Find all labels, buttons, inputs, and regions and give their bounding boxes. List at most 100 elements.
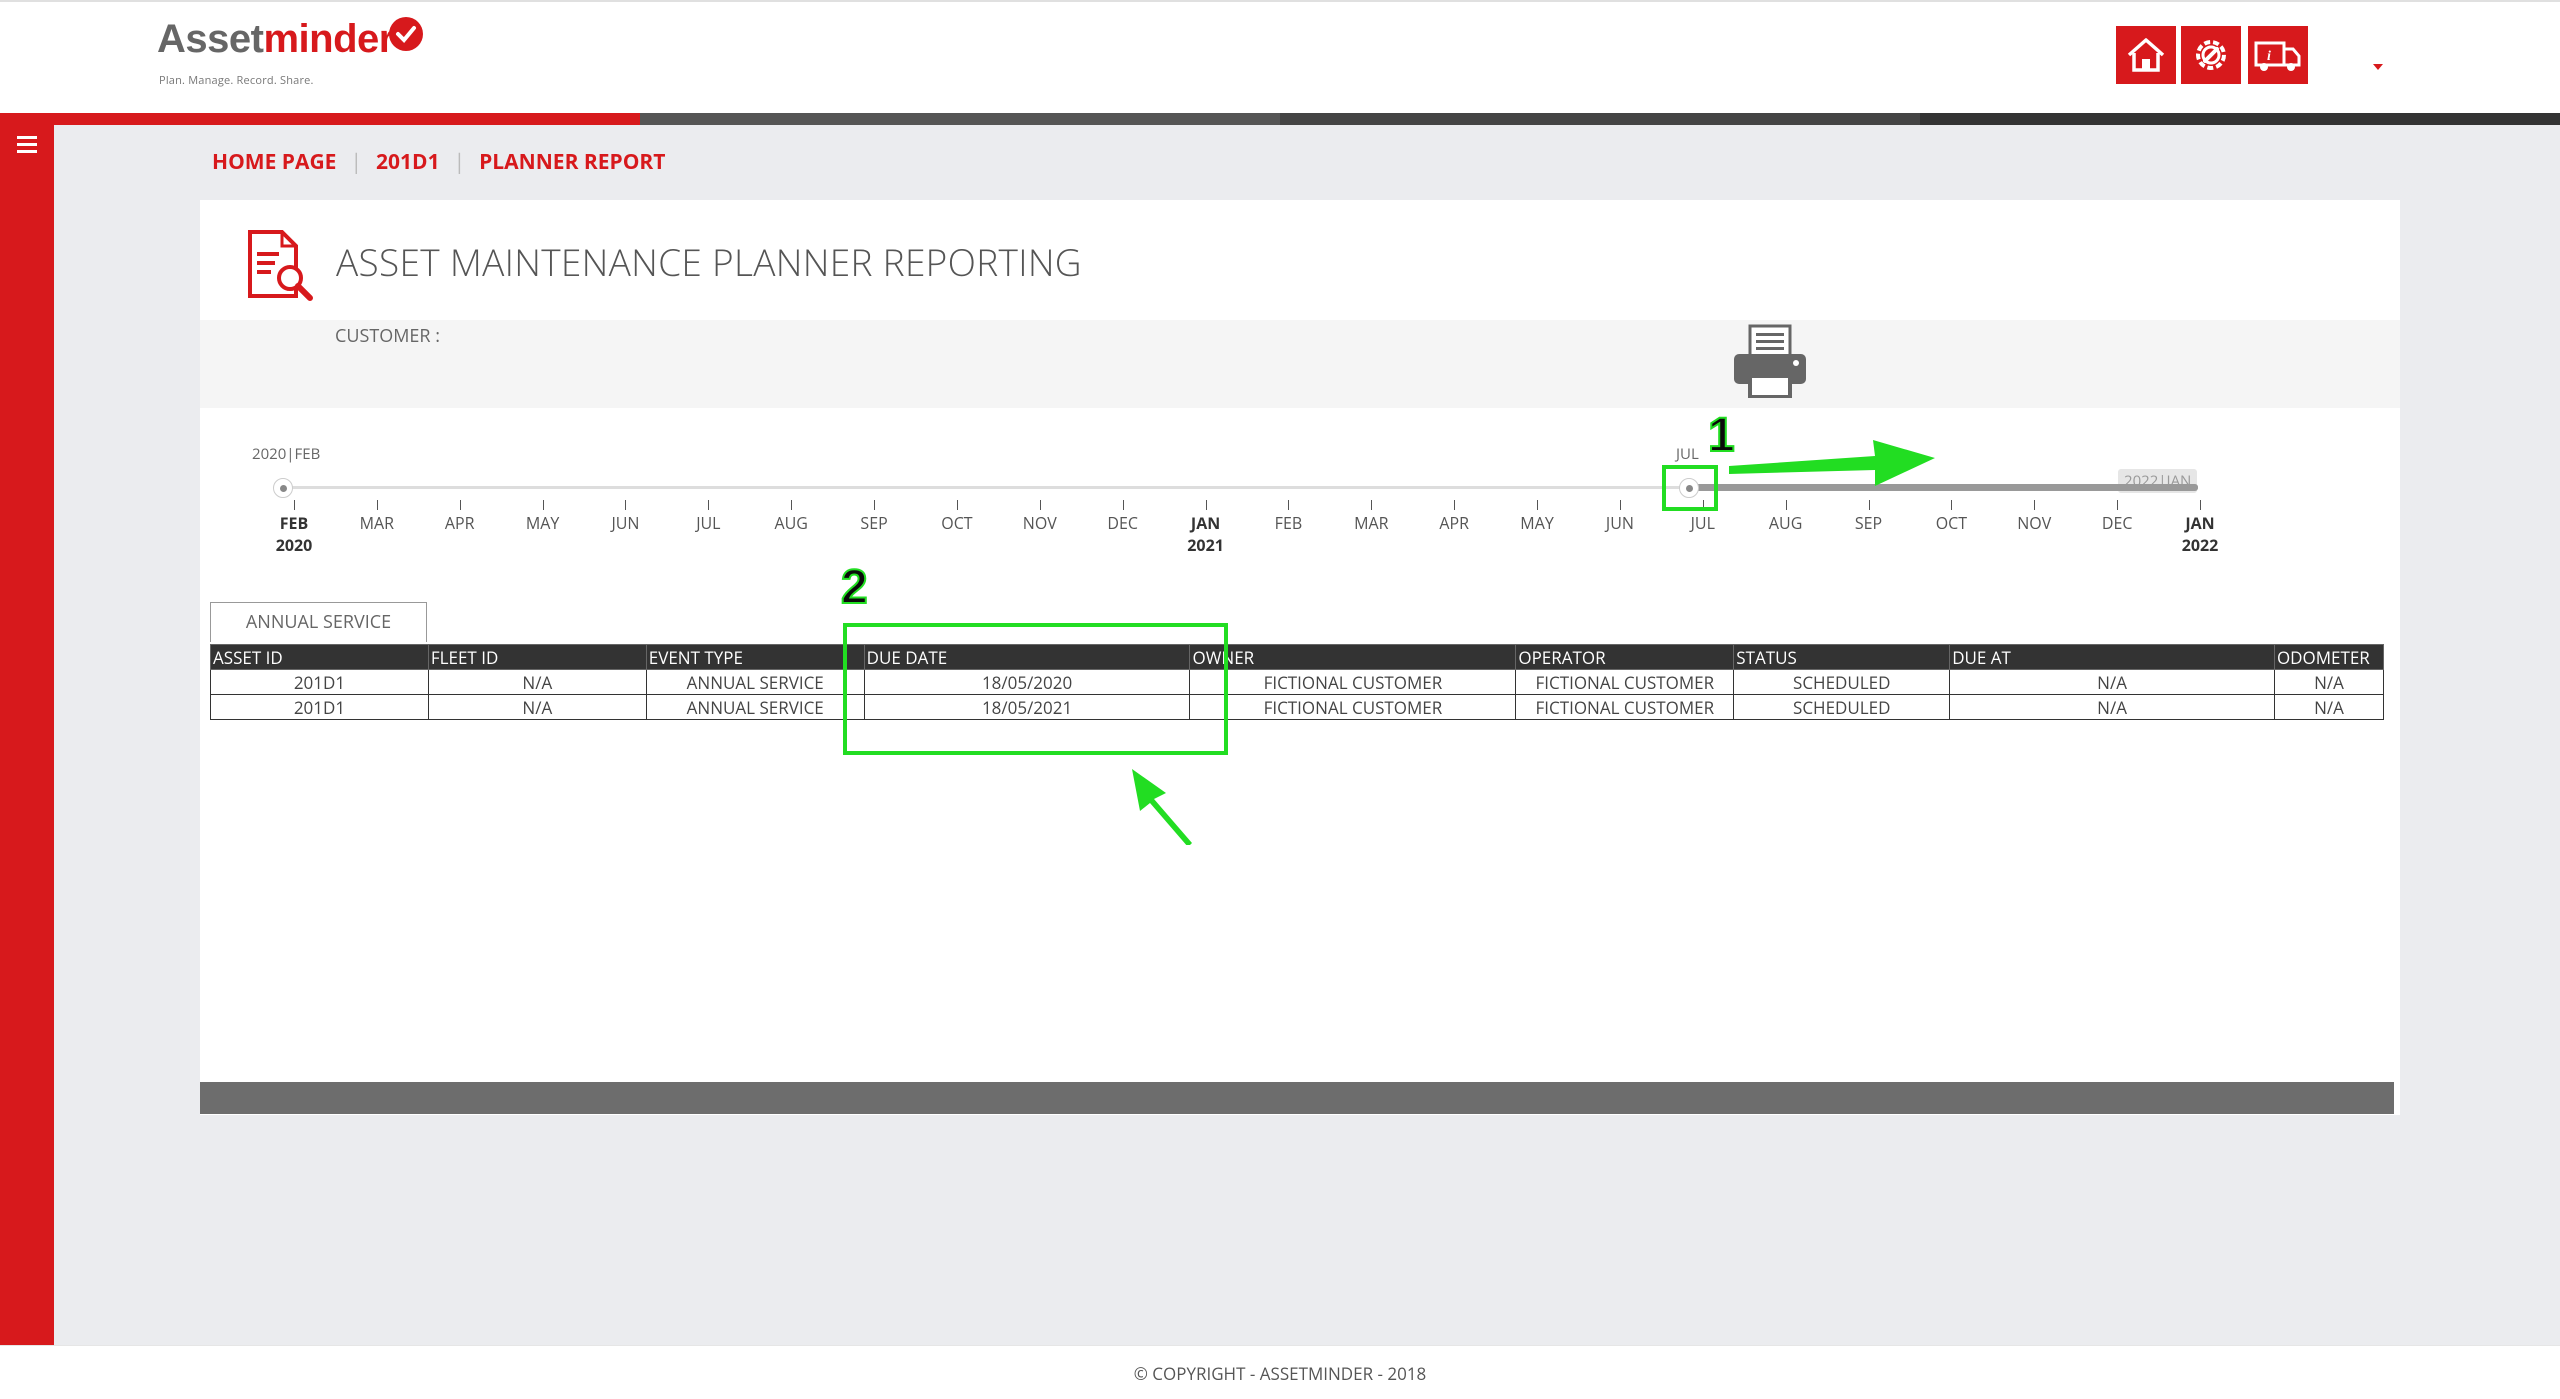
timeline-month-label[interactable]: AUG [1769, 512, 1802, 534]
timeline-tick [1537, 500, 1539, 510]
column-header[interactable]: ASSET ID [210, 644, 429, 670]
timeline-start-handle[interactable] [273, 478, 293, 498]
tab-annual-service[interactable]: ANNUAL SERVICE [210, 602, 427, 642]
timeline-month-label[interactable]: JUL [1691, 512, 1715, 534]
table-row[interactable]: 201D1 N/A ANNUAL SERVICE 18/05/2020 FICTIONA… [210, 669, 2385, 695]
table-cell: N/A [1949, 694, 2275, 720]
breadcrumb-separator: | [350, 148, 362, 176]
column-header[interactable]: DUE AT [1949, 644, 2275, 670]
table-cell: ANNUAL SERVICE [645, 694, 865, 720]
home-button[interactable] [2116, 26, 2176, 84]
user-menu-caret-icon[interactable] [2373, 64, 2383, 70]
customer-bar: CUSTOMER : [200, 320, 2400, 408]
timeline-month-label[interactable]: SEP [860, 512, 887, 534]
column-header[interactable]: STATUS [1733, 644, 1951, 670]
timeline-month-label[interactable]: FEB [1275, 512, 1302, 534]
column-header[interactable]: ODOMETER [2273, 644, 2385, 670]
top-header: Assetminder Plan. Manage. Record. Share.… [0, 0, 2560, 113]
table-cell: N/A [427, 669, 647, 695]
table-cell: 201D1 [210, 694, 429, 720]
table-cell: 201D1 [210, 669, 429, 695]
timeline-tick [2117, 500, 2119, 510]
truck-info-icon: i [2254, 41, 2301, 71]
table-cell: FICTIONAL CUSTOMER [1515, 669, 1735, 695]
timeline-start-label: 2020|FEB [252, 444, 321, 464]
table-cell: N/A [1949, 669, 2275, 695]
timeline-month-label[interactable]: MAY [526, 512, 559, 534]
print-button[interactable] [1728, 322, 1812, 407]
annotation-box-2 [843, 623, 1228, 755]
timeline-tick [1205, 500, 1207, 510]
timeline-month-label[interactable]: NOV [1023, 512, 1057, 534]
timeline-year-label: 2020 [275, 534, 313, 556]
maintenance-button[interactable] [2181, 26, 2241, 84]
timeline-month-label[interactable]: OCT [1936, 512, 1967, 534]
timeline-month-label[interactable]: MAR [1354, 512, 1388, 534]
column-header[interactable]: OPERATOR [1515, 644, 1735, 670]
table-row[interactable]: 201D1 N/A ANNUAL SERVICE 18/05/2021 FICTIONA… [210, 694, 2385, 720]
timeline-month-label[interactable]: JAN [1191, 512, 1220, 534]
timeline-tick [625, 500, 627, 510]
timeline-month-label[interactable]: AUG [774, 512, 807, 534]
sidebar [0, 125, 54, 1345]
timeline-month-label[interactable]: MAR [360, 512, 394, 534]
timeline-month-label[interactable]: NOV [2017, 512, 2051, 534]
column-header[interactable]: EVENT TYPE [645, 644, 865, 670]
column-header[interactable]: OWNER [1189, 644, 1517, 670]
logo-word-asset: Asset [157, 17, 264, 61]
timeline-tick [376, 500, 378, 510]
timeline-month-label[interactable]: JAN [2185, 512, 2214, 534]
gear-wrench-icon [2196, 40, 2226, 70]
timeline-month-label[interactable]: JUN [611, 512, 639, 534]
timeline-month-label[interactable]: SEP [1855, 512, 1882, 534]
table-cell: FICTIONAL CUSTOMER [1189, 669, 1517, 695]
timeline-tick [791, 500, 793, 510]
date-range-timeline[interactable]: 2020|FEB JUL 2022|JAN FEB 2020 MAR APR MAY JU… [200, 440, 2400, 560]
breadcrumb-report[interactable]: PLANNER REPORT [479, 148, 665, 176]
timeline-year-label: 2022 [2181, 534, 2219, 556]
timeline-tick [956, 500, 958, 510]
timeline-tick [1619, 500, 1621, 510]
fleet-info-button[interactable]: i [2248, 26, 2308, 84]
assetminder-logo[interactable]: Assetminder Plan. Manage. Record. Share. [157, 17, 423, 88]
timeline-month-label[interactable]: OCT [941, 512, 972, 534]
breadcrumb-asset[interactable]: 201D1 [376, 148, 440, 176]
table-cell: N/A [427, 694, 647, 720]
logo-check-icon [389, 17, 423, 51]
column-header[interactable]: FLEET ID [427, 644, 647, 670]
timeline-year-label: 2021 [1187, 534, 1224, 556]
timeline-month-label[interactable]: APR [445, 512, 475, 534]
logo-tagline: Plan. Manage. Record. Share. [159, 73, 314, 88]
report-card: ASSET MAINTENANCE PLANNER REPORTING CUST… [200, 200, 2400, 1115]
breadcrumb-separator: | [453, 148, 466, 176]
table-cell: ANNUAL SERVICE [645, 669, 865, 695]
annotation-number-2: 2 [840, 560, 869, 615]
timeline-month-label[interactable]: DEC [2102, 512, 2133, 534]
timeline-month-label[interactable]: FEB [280, 512, 309, 534]
timeline-month-label[interactable]: APR [1439, 512, 1469, 534]
timeline-month-label[interactable]: DEC [1107, 512, 1138, 534]
color-strip [0, 113, 2560, 125]
page-footer: © COPYRIGHT - ASSETMINDER - 2018 [0, 1345, 2560, 1399]
timeline-tick [1288, 500, 1290, 510]
timeline-tick [874, 500, 876, 510]
timeline-month-label[interactable]: JUN [1606, 512, 1634, 534]
page-title: ASSET MAINTENANCE PLANNER REPORTING [336, 236, 1082, 287]
table-body: 201D1 N/A ANNUAL SERVICE 18/05/2020 FICTIONA… [210, 669, 2385, 720]
timeline-tick [1785, 500, 1787, 510]
card-header: ASSET MAINTENANCE PLANNER REPORTING [200, 200, 2400, 320]
timeline-tick [1122, 500, 1124, 510]
annotation-arrow-right-icon [1729, 440, 1935, 486]
timeline-month-label[interactable]: MAY [1520, 512, 1553, 534]
breadcrumb-home[interactable]: HOME PAGE [212, 148, 336, 176]
timeline-handle-label: JUL [1676, 444, 1699, 464]
table-cell: FICTIONAL CUSTOMER [1515, 694, 1735, 720]
card-footer-bar [200, 1082, 2394, 1114]
table-cell: FICTIONAL CUSTOMER [1189, 694, 1517, 720]
timeline-month-label[interactable]: JUL [696, 512, 720, 534]
table-cell: SCHEDULED [1733, 669, 1951, 695]
timeline-tick [2200, 500, 2201, 510]
hamburger-menu-icon[interactable] [17, 136, 37, 153]
timeline-tick [1371, 500, 1373, 510]
table-cell: N/A [2273, 669, 2385, 695]
